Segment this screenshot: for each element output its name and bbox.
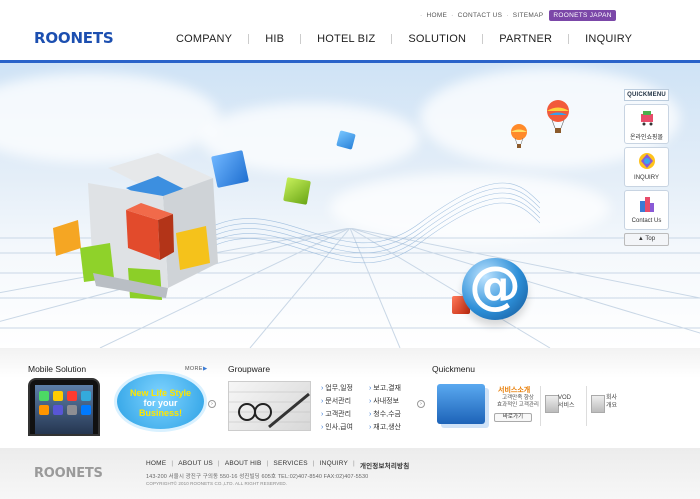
groupware-list-right: 보고,결재 사내정보 청수,수금 재고,생산 — [369, 382, 401, 434]
vod-icon[interactable] — [545, 395, 559, 413]
quick-inquiry-label: INQUIRY — [634, 175, 659, 181]
slogan-line-2: for your — [143, 398, 178, 408]
slogan-line-3: Business! — [138, 408, 182, 418]
mobile-next-arrow-icon[interactable]: › — [208, 400, 216, 408]
groupware-link[interactable]: 인사,급여 — [321, 421, 353, 434]
nav-solution[interactable]: SOLUTION — [392, 33, 482, 45]
groupware-link[interactable]: 고객관리 — [321, 408, 353, 421]
nav-company[interactable]: COMPANY — [160, 33, 248, 45]
hero-banner: @ — [0, 63, 700, 348]
groupware-list-left: 업무,일정 문서관리 고객관리 인사,급여 — [321, 382, 353, 434]
footer-privacy-link[interactable]: 개인정보처리방침 — [360, 460, 409, 470]
slogan-line-1: New Life Style — [129, 388, 192, 398]
inquiry-icon — [639, 153, 655, 169]
quick-shopping-mall-label: 온라인쇼핑몰 — [629, 135, 664, 141]
groupware-link[interactable]: 업무,일정 — [321, 382, 353, 395]
floating-cube-blue — [211, 150, 249, 188]
nav-hib[interactable]: HIB — [249, 33, 300, 45]
service-intro-title: 서비스소개 — [498, 387, 531, 394]
footer-copyright: COPYRIGHT© 2010 ROONETS CO.,LTD. ALL RIG… — [146, 481, 288, 486]
quick-contact-label: Contact Us — [631, 218, 662, 224]
company-overview-link[interactable]: 회사 개요 — [606, 394, 617, 410]
nav-partner[interactable]: PARTNER — [483, 33, 568, 45]
groupware-next-arrow-icon[interactable]: › — [417, 400, 425, 408]
floating-cube-small-blue — [336, 130, 356, 150]
footer-about-hib-link[interactable]: ABOUT HIB — [225, 460, 262, 470]
more-arrow-icon: ▶ — [203, 366, 208, 372]
util-contact-link[interactable]: CONTACT US — [458, 12, 503, 19]
main-nav: COMPANY HIB HOTEL BIZ SOLUTION PARTNER I… — [160, 33, 648, 45]
nav-hotel-biz[interactable]: HOTEL BIZ — [301, 33, 391, 45]
utility-links: · HOME · CONTACT US · SITEMAP ROONETS JA… — [420, 10, 616, 21]
site-header: · HOME · CONTACT US · SITEMAP ROONETS JA… — [0, 0, 700, 63]
building-icon — [640, 197, 654, 212]
service-go-button[interactable]: 바로가기 — [494, 413, 532, 422]
hot-air-balloon-icon — [511, 124, 527, 148]
mobile-more-link[interactable]: MORE — [185, 366, 203, 372]
site-logo[interactable]: ROONETS — [34, 29, 114, 47]
footer-address: 143-200 서울시 광진구 구의동 550-16 성진빌딩 605호 TEL… — [146, 474, 369, 480]
groupware-link[interactable]: 사내정보 — [369, 395, 401, 408]
footer-logo: ROONETS — [34, 466, 103, 481]
scroll-top-button[interactable]: ▲ Top — [624, 233, 669, 246]
divider — [540, 386, 541, 426]
groupware-title: Groupware — [228, 364, 271, 374]
email-at-icon: @ — [462, 256, 528, 320]
mobile-solution-title: Mobile Solution — [28, 364, 87, 374]
rubiks-cube-graphic — [53, 153, 218, 300]
footer-inquiry-link[interactable]: INQUIRY — [320, 460, 348, 470]
roonets-japan-badge[interactable]: ROONETS JAPAN — [549, 10, 616, 21]
slogan-bubble: New Life Style for your Business! — [117, 374, 204, 429]
footer-services-link[interactable]: SERVICES — [273, 460, 307, 470]
divider — [586, 386, 587, 426]
footer-links: HOME | ABOUT US | ABOUT HIB | SERVICES |… — [146, 460, 410, 470]
footer-about-us-link[interactable]: ABOUT US — [178, 460, 213, 470]
quick-contact-button[interactable]: Contact Us — [624, 190, 669, 230]
vod-service-link[interactable]: VOD 서비스 — [558, 394, 575, 410]
shopping-cart-icon — [641, 111, 653, 126]
groupware-link[interactable]: 청수,수금 — [369, 408, 401, 421]
hot-air-balloon-icon — [547, 100, 569, 133]
util-sitemap-link[interactable]: SITEMAP — [513, 12, 544, 19]
groupware-link[interactable]: 문서관리 — [321, 395, 353, 408]
quick-menu: QUICKMENU 온라인쇼핑몰 INQUIRY Contact Us ▲ To… — [624, 89, 669, 246]
quick-shopping-mall-button[interactable]: 온라인쇼핑몰 — [624, 104, 669, 144]
footer-home-link[interactable]: HOME — [146, 460, 166, 470]
quick-menu-title: QUICKMENU — [624, 89, 669, 101]
groupware-pen-image — [228, 381, 311, 431]
service-intro-desc: 고객만족 향상 효과적인 고객관리 — [496, 395, 539, 408]
groupware-link[interactable]: 보고,결재 — [369, 382, 401, 395]
floating-cube-green — [283, 177, 311, 205]
service-monitor-image — [437, 384, 485, 424]
quickmenu-section-title: Quickmenu — [432, 364, 475, 374]
smartphone-image — [28, 378, 100, 436]
groupware-link[interactable]: 재고,생산 — [369, 421, 401, 434]
util-home-link[interactable]: HOME — [426, 12, 447, 19]
nav-inquiry[interactable]: INQUIRY — [569, 33, 648, 45]
quick-inquiry-button[interactable]: INQUIRY — [624, 147, 669, 187]
company-overview-icon[interactable] — [591, 395, 605, 413]
